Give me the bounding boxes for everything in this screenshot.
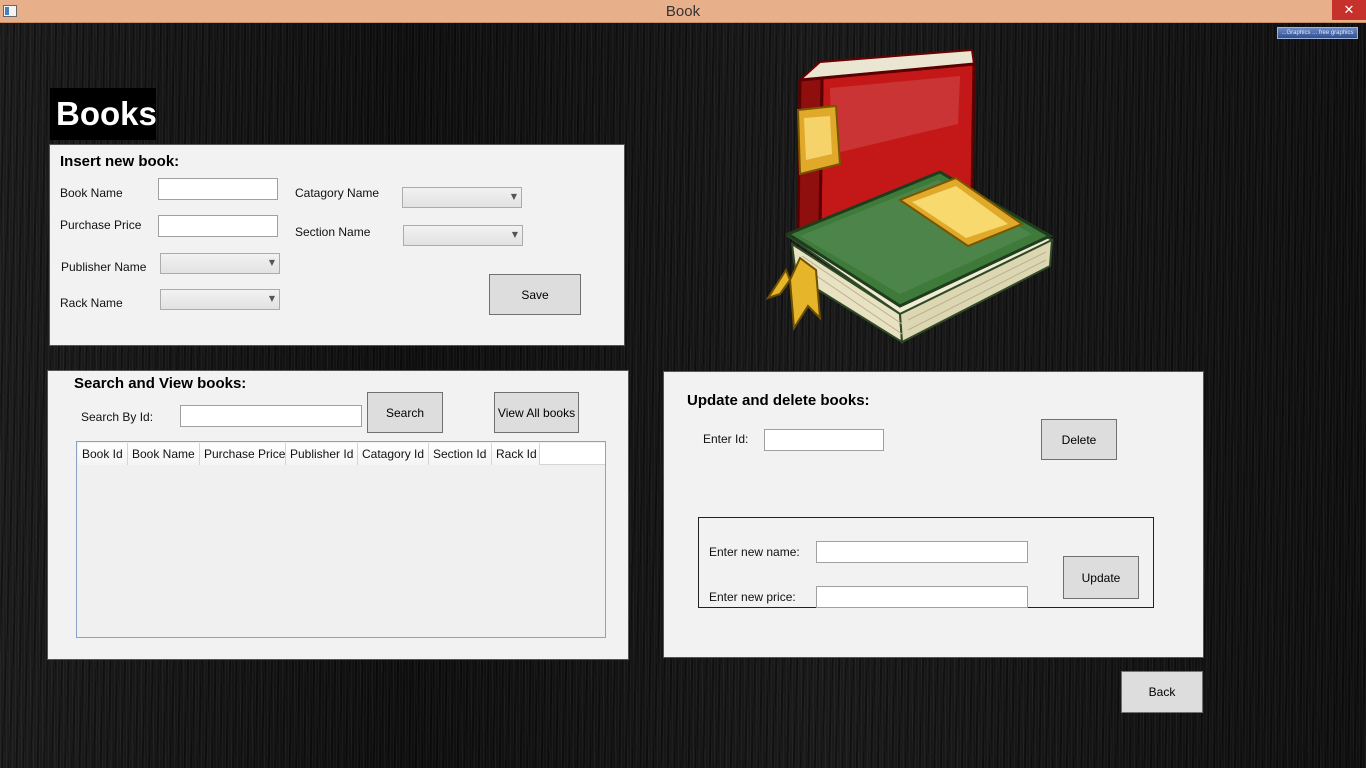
book-name-label: Book Name (60, 186, 123, 200)
close-button[interactable]: ✕ (1332, 0, 1366, 20)
chevron-down-icon: ▼ (268, 294, 275, 303)
chevron-down-icon: ▼ (268, 258, 275, 267)
watermark-badge: ...Graphics ... free graphics (1277, 27, 1358, 39)
update-button[interactable]: Update (1063, 556, 1139, 599)
view-all-books-button[interactable]: View All books (494, 392, 579, 433)
book-name-input[interactable] (158, 178, 278, 200)
column-header-book-name[interactable]: Book Name (128, 443, 200, 465)
search-id-input[interactable] (180, 405, 362, 427)
back-button[interactable]: Back (1121, 671, 1203, 713)
insert-book-panel: Insert new book: Book Name Purchase Pric… (49, 144, 625, 346)
grid-header-row: Book Id Book Name Purchase Price Publish… (78, 443, 605, 465)
window-titlebar: Book ✕ (0, 0, 1366, 23)
section-name-select[interactable]: ▼ (403, 225, 523, 246)
books-icon (765, 48, 1055, 344)
new-name-input[interactable] (816, 541, 1028, 563)
column-header-purchase-price[interactable]: Purchase Price (200, 443, 286, 465)
update-fields-box: Enter new name: Enter new price: Update (698, 517, 1154, 608)
rack-name-select[interactable]: ▼ (160, 289, 280, 310)
chevron-down-icon: ▼ (511, 230, 518, 239)
delete-button[interactable]: Delete (1041, 419, 1117, 460)
new-name-label: Enter new name: (709, 545, 800, 559)
page-title: Books (50, 88, 157, 140)
update-delete-panel: Update and delete books: Enter Id: Delet… (663, 371, 1204, 658)
new-price-input[interactable] (816, 586, 1028, 608)
purchase-price-label: Purchase Price (60, 218, 142, 232)
publisher-name-select[interactable]: ▼ (160, 253, 280, 274)
category-name-select[interactable]: ▼ (402, 187, 522, 208)
column-header-category-id[interactable]: Catagory Id (358, 443, 429, 465)
column-header-publisher-id[interactable]: Publisher Id (286, 443, 358, 465)
search-button[interactable]: Search (367, 392, 443, 433)
purchase-price-input[interactable] (158, 215, 278, 237)
insert-panel-title: Insert new book: (60, 153, 180, 170)
column-header-book-id[interactable]: Book Id (78, 443, 128, 465)
enter-id-label: Enter Id: (703, 432, 749, 446)
window-title: Book (665, 3, 701, 20)
column-header-rack-id[interactable]: Rack Id (492, 443, 540, 465)
update-panel-title: Update and delete books: (687, 392, 870, 409)
chevron-down-icon: ▼ (510, 192, 517, 201)
books-data-grid[interactable]: Book Id Book Name Purchase Price Publish… (76, 441, 606, 638)
search-by-id-label: Search By Id: (81, 410, 154, 424)
column-header-section-id[interactable]: Section Id (429, 443, 492, 465)
publisher-name-label: Publisher Name (61, 260, 147, 274)
search-panel-title: Search and View books: (74, 375, 247, 392)
new-price-label: Enter new price: (709, 590, 796, 604)
search-books-panel: Search and View books: Search By Id: Sea… (47, 370, 629, 660)
category-name-label: Catagory Name (295, 186, 380, 200)
section-name-label: Section Name (295, 225, 371, 239)
rack-name-label: Rack Name (60, 296, 123, 310)
enter-id-input[interactable] (764, 429, 884, 451)
save-button[interactable]: Save (489, 274, 581, 315)
